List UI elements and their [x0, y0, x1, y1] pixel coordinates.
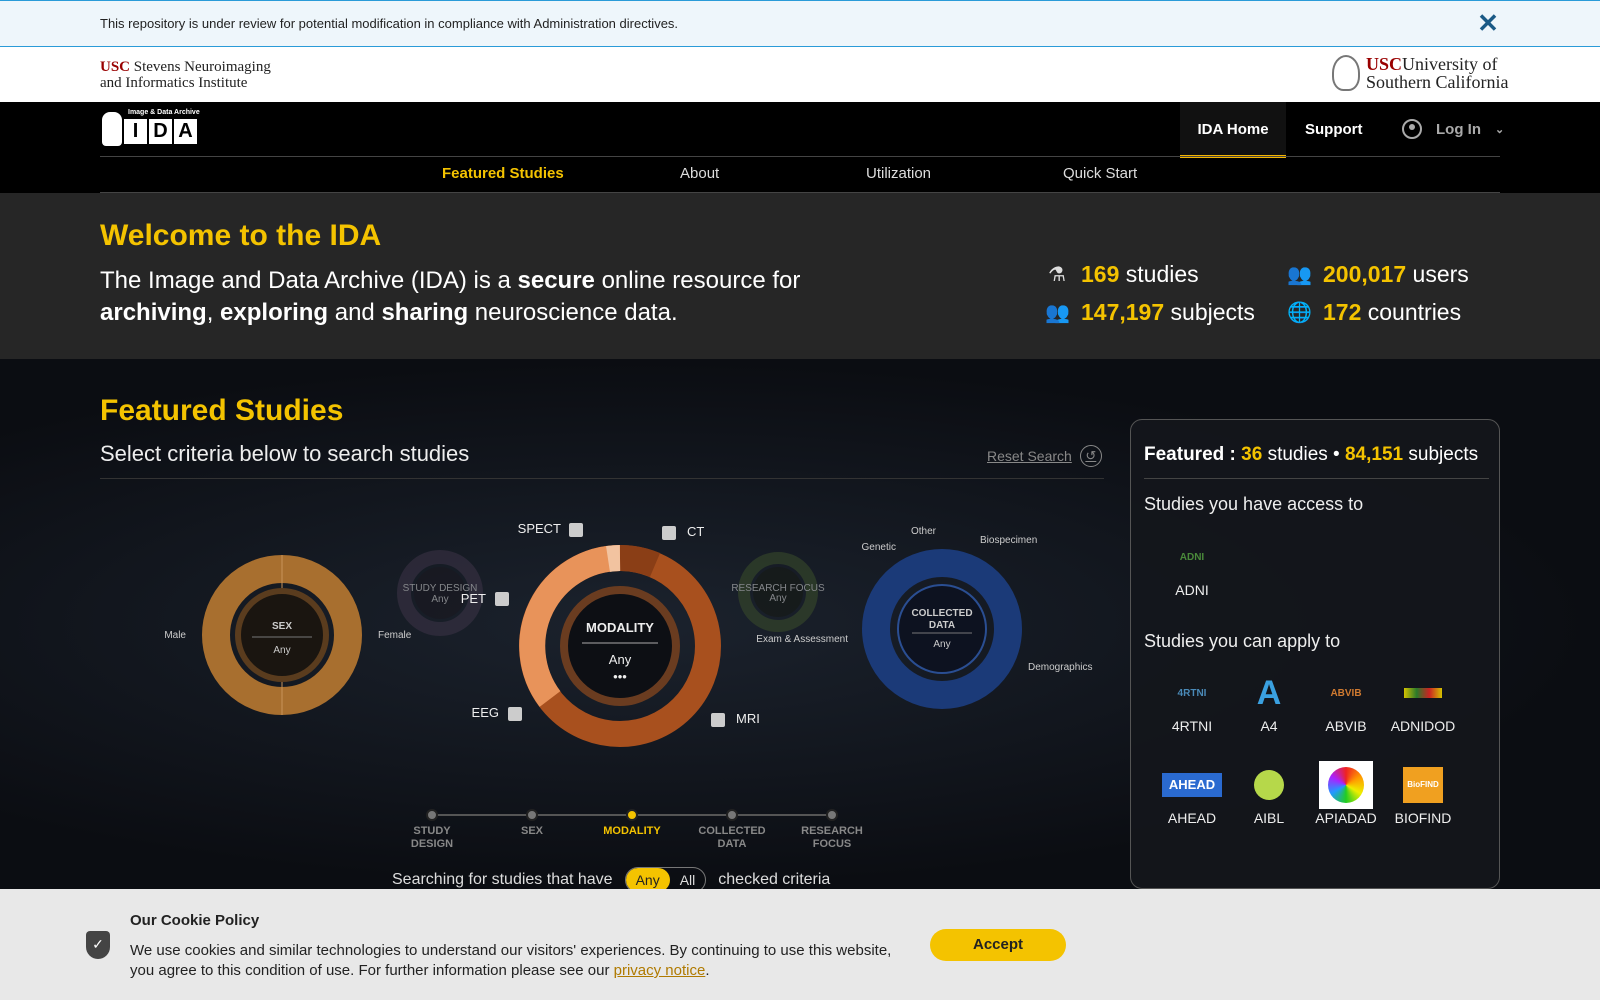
ahead-logo: AHEAD — [1162, 766, 1222, 804]
featured-summary-panel: Featured : 36 studies • 84,151 subjects … — [1130, 419, 1500, 889]
welcome-title: Welcome to the IDA — [100, 219, 382, 252]
shield-check-icon: ✓ — [86, 931, 110, 959]
notice-text: This repository is under review for pote… — [100, 16, 679, 31]
users-icon: 👥 — [1287, 263, 1312, 286]
user-icon — [1402, 119, 1422, 139]
study-aibl[interactable]: AIBL — [1229, 766, 1309, 826]
usc-seal-icon — [1332, 55, 1360, 91]
study-a4[interactable]: A A4 — [1229, 673, 1309, 735]
research-focus-chart[interactable]: RESEARCH FOCUS Any — [731, 552, 825, 632]
mri-checkbox[interactable] — [711, 713, 725, 727]
abvib-logo: ABVIB — [1330, 687, 1362, 699]
step-sex[interactable]: SEX — [492, 809, 572, 838]
study-4rtni[interactable]: 4RTNI 4RTNI — [1152, 674, 1232, 735]
ida-logo[interactable]: Image & Data Archive I D A — [100, 106, 204, 148]
notice-bar: This repository is under review for pote… — [0, 0, 1600, 47]
stat-countries: 🌐 172 countries — [1287, 299, 1462, 325]
apiadad-logo — [1316, 761, 1376, 809]
study-adni[interactable]: ADNI ADNI — [1152, 538, 1232, 599]
svg-text:Any: Any — [431, 594, 448, 605]
nav-ida-home[interactable]: IDA Home — [1180, 102, 1286, 158]
svg-text:Other: Other — [911, 526, 937, 537]
featured-subtitle: Select criteria below to search studies — [100, 441, 470, 466]
step-modality[interactable]: MODALITY — [592, 809, 672, 838]
welcome-section: Welcome to the IDA The Image and Data Ar… — [0, 193, 1600, 359]
svg-text:Any: Any — [769, 593, 786, 604]
modality-value: Any — [609, 652, 632, 667]
apply-title: Studies you can apply to — [1144, 631, 1341, 651]
collected-value: Any — [933, 639, 950, 650]
adni-logo: ADNI — [1179, 551, 1205, 563]
stat-subjects: 👥 147,197 subjects — [1045, 299, 1255, 325]
biofind-logo: BioFIND — [1393, 766, 1453, 804]
tab-featured-studies[interactable]: Featured Studies — [442, 165, 564, 182]
login-menu[interactable]: Log In ⌄ — [1402, 119, 1504, 139]
tab-utilization[interactable]: Utilization — [866, 165, 931, 182]
close-icon[interactable]: ✕ — [1474, 9, 1502, 37]
subjects-icon: 👥 — [1045, 301, 1070, 324]
svg-text:DATA: DATA — [929, 620, 955, 631]
sex-center-label: SEX — [272, 621, 292, 632]
4rtni-logo: 4RTNI — [1177, 687, 1207, 699]
modality-label-pet: PET — [461, 591, 486, 606]
logo-bar: USC Stevens Neuroimaging and Informatics… — [0, 47, 1600, 102]
microscope-icon: ⚗ — [1048, 263, 1066, 286]
sex-label-male: Male — [164, 630, 186, 641]
modality-chart[interactable]: MODALITY Any ••• SPECT CT PET EEG MRI — [461, 521, 760, 747]
sex-value: Any — [273, 645, 290, 656]
access-title: Studies you have access to — [1144, 494, 1364, 514]
featured-title: Featured Studies — [100, 394, 344, 427]
study-biofind[interactable]: BioFIND BIOFIND — [1383, 766, 1463, 826]
sex-chart[interactable]: SEX Any Male Female — [164, 555, 412, 715]
adnidod-logo — [1393, 674, 1453, 712]
modality-center-label: MODALITY — [586, 620, 654, 635]
sex-label-female: Female — [378, 630, 412, 641]
aibl-logo — [1239, 766, 1299, 804]
privacy-notice-link[interactable]: privacy notice — [614, 962, 706, 979]
welcome-lead: The Image and Data Archive (IDA) is a se… — [100, 267, 801, 326]
cookie-title: Our Cookie Policy — [130, 912, 260, 929]
tab-about[interactable]: About — [680, 165, 719, 182]
brain-lock-icon — [102, 112, 122, 146]
study-ahead[interactable]: AHEAD AHEAD — [1152, 766, 1232, 826]
stat-users: 👥 200,017 users — [1287, 261, 1469, 287]
eeg-checkbox[interactable] — [508, 707, 522, 721]
modality-label-mri: MRI — [736, 711, 760, 726]
modality-label-eeg: EEG — [472, 705, 499, 720]
stevens-institute-logo[interactable]: USC Stevens Neuroimaging and Informatics… — [100, 59, 271, 91]
modality-label-spect: SPECT — [518, 521, 561, 536]
cookie-banner: ✓ Our Cookie Policy We use cookies and s… — [0, 889, 1600, 1000]
svg-text:Exam & Assessment: Exam & Assessment — [756, 634, 848, 645]
featured-summary-head: Featured : 36 studies • 84,151 subjects — [1144, 444, 1479, 465]
svg-text:Biospecimen: Biospecimen — [980, 535, 1037, 546]
modality-label-ct: CT — [687, 524, 704, 539]
main-nav: Image & Data Archive I D A IDA Home Supp… — [0, 102, 1600, 193]
criteria-charts: SEX Any Male Female STUDY DESIGN Any MOD… — [164, 521, 1092, 747]
usc-logo[interactable]: USCUniversity of Southern California — [1332, 55, 1508, 91]
step-collected-data[interactable]: COLLECTED DATA — [692, 809, 772, 851]
pet-checkbox[interactable] — [495, 592, 509, 606]
ct-checkbox[interactable] — [662, 526, 676, 540]
step-research-focus[interactable]: RESEARCH FOCUS — [792, 809, 872, 851]
a4-logo: A — [1256, 673, 1282, 712]
accept-button[interactable]: Accept — [930, 929, 1066, 961]
reset-search-button[interactable]: Reset Search ↺ — [987, 445, 1102, 467]
cookie-body: We use cookies and similar technologies … — [130, 942, 892, 979]
study-apiadad[interactable]: APIADAD — [1306, 761, 1386, 826]
modality-dots: ••• — [613, 669, 627, 684]
collected-center-label: COLLECTED — [911, 608, 972, 619]
nav-support[interactable]: Support — [1305, 102, 1363, 158]
criteria-steps: STUDY DESIGN SEX MODALITY COLLECTED DATA R… — [392, 809, 863, 859]
globe-icon: 🌐 — [1287, 301, 1312, 324]
reset-icon: ↺ — [1079, 445, 1102, 467]
chevron-down-icon: ⌄ — [1495, 123, 1505, 136]
stat-studies: ⚗ 169 studies — [1045, 261, 1199, 288]
step-study-design[interactable]: STUDY DESIGN — [392, 809, 472, 851]
spect-checkbox[interactable] — [569, 523, 583, 537]
tab-quick-start[interactable]: Quick Start — [1063, 165, 1137, 182]
study-adnidod[interactable]: ADNIDOD — [1383, 674, 1463, 734]
svg-text:Genetic: Genetic — [862, 542, 896, 553]
study-abvib[interactable]: ABVIB ABVIB — [1306, 674, 1386, 735]
svg-text:Demographics: Demographics — [1028, 662, 1092, 673]
